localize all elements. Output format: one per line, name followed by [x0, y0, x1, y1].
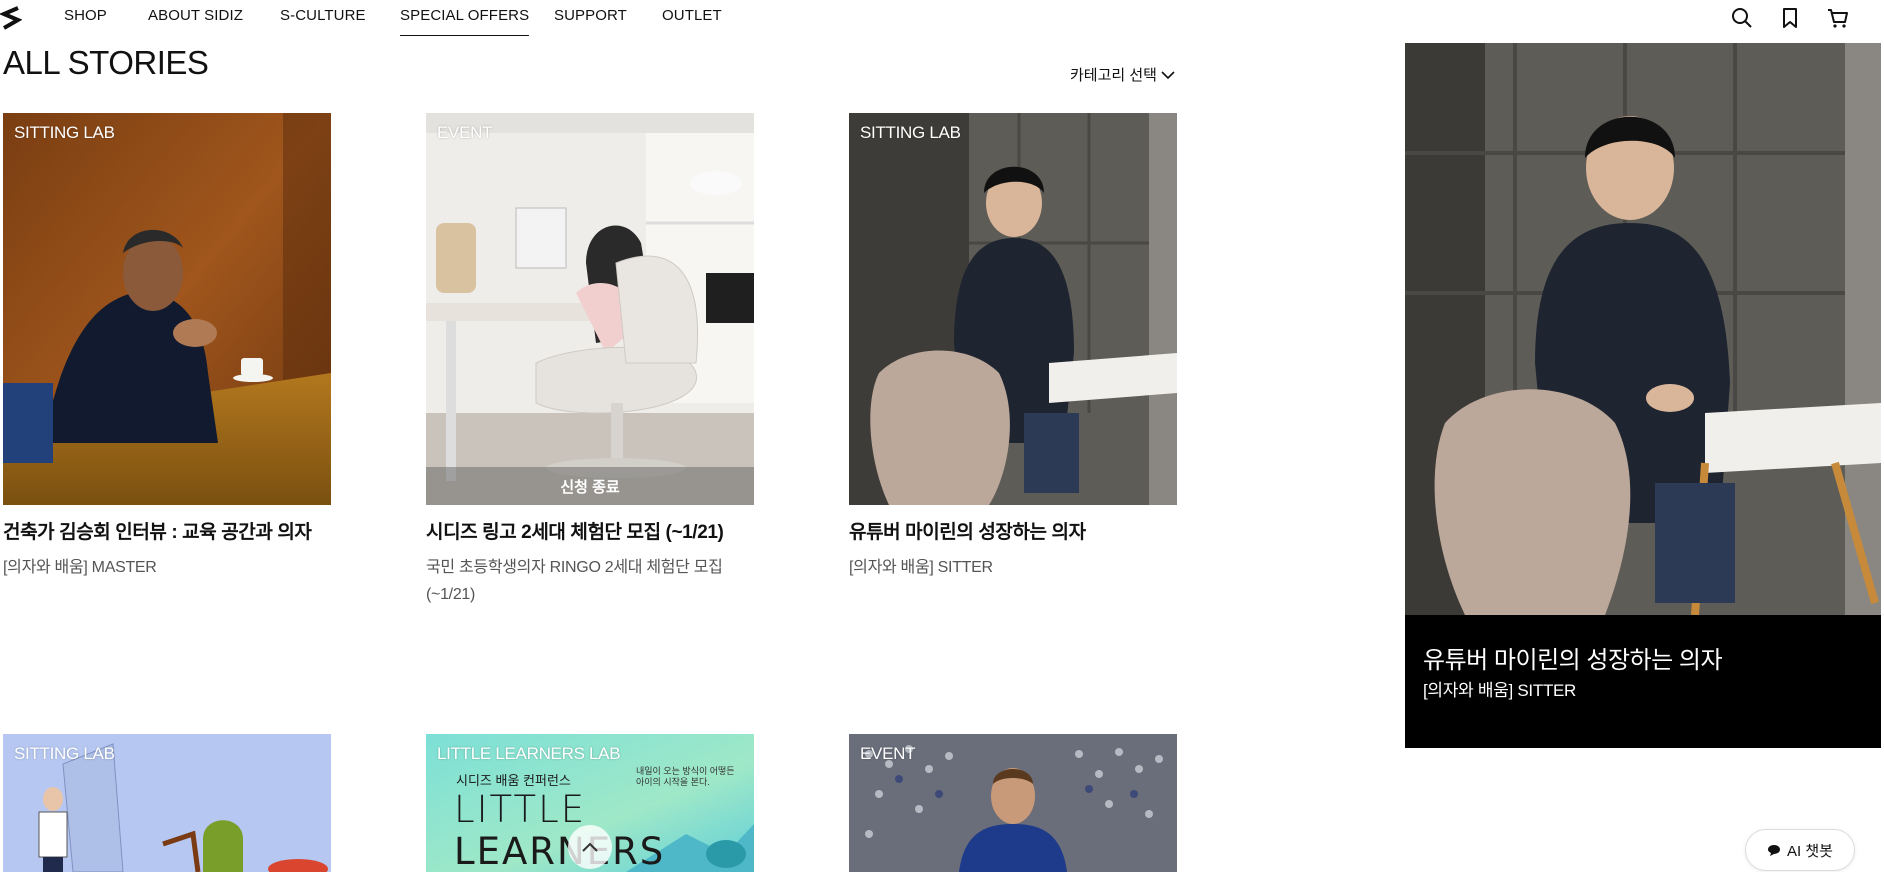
- featured-title[interactable]: 유튜버 마이린의 성장하는 의자: [1423, 640, 1723, 675]
- story-title[interactable]: 건축가 김승회 인터뷰 : 교육 공간과 의자: [3, 517, 331, 544]
- search-icon[interactable]: [1730, 6, 1754, 30]
- category-tag: SITTING LAB: [14, 123, 115, 142]
- poster-subtitle: 시디즈 배움 컨퍼런스: [456, 773, 571, 788]
- story-thumbnail[interactable]: EVENT: [849, 734, 1177, 872]
- category-tag: SITTING LAB: [860, 123, 961, 142]
- story-subtitle: [의자와 배움] SITTER: [849, 559, 993, 576]
- category-tag: LITTLE LEARNERS LAB: [437, 744, 621, 763]
- featured-story[interactable]: 유튜버 마이린의 성장하는 의자 [의자와 배움] SITTER: [1405, 43, 1881, 748]
- story-card[interactable]: LITTLE LEARNERS LAB 시디즈 배움 컨퍼런스 LITTLE L…: [426, 734, 754, 872]
- page-title: ALL STORIES: [3, 44, 209, 81]
- chevron-down-icon: [1161, 70, 1175, 79]
- story-thumbnail[interactable]: SITTING LAB: [849, 113, 1177, 505]
- ai-chatbot-button[interactable]: AI 챗봇: [1745, 829, 1855, 871]
- top-nav: SHOP ABOUT SIDIZ S-CULTURE SPECIAL OFFER…: [0, 0, 1884, 36]
- story-title[interactable]: 유튜버 마이린의 성장하는 의자: [849, 517, 1177, 544]
- youtuber-photo: [849, 113, 1177, 505]
- nav-s-culture[interactable]: S-CULTURE: [280, 7, 366, 24]
- chat-bubble-icon: [1768, 844, 1781, 856]
- application-closed-overlay: 신청 종료: [426, 467, 754, 505]
- story-card[interactable]: SITTING LAB 유튜버 마이린의 성장하는 의자 [의자와 배움] SI…: [849, 113, 1177, 581]
- nav-shop[interactable]: SHOP: [64, 7, 107, 24]
- story-thumbnail[interactable]: SITTING LAB: [3, 113, 331, 505]
- nav-about-sidiz[interactable]: ABOUT SIDIZ: [148, 7, 243, 24]
- category-select[interactable]: 카테고리 선택: [1070, 64, 1175, 85]
- story-card[interactable]: EVENT: [849, 734, 1177, 872]
- poster-title-line2: LEARNERS: [454, 830, 666, 872]
- architect-photo: [3, 113, 331, 505]
- scroll-top-button[interactable]: [568, 825, 612, 869]
- sidiz-logo[interactable]: [0, 6, 22, 30]
- story-thumbnail[interactable]: EVENT 신청 종료: [426, 113, 754, 505]
- story-thumbnail[interactable]: SITTING LAB: [3, 734, 331, 872]
- nav-support[interactable]: SUPPORT: [554, 7, 627, 24]
- bookmark-icon[interactable]: [1778, 6, 1802, 30]
- chatbot-label: AI 챗봇: [1787, 842, 1833, 860]
- story-card[interactable]: SITTING LAB 건축가 김승회 인터뷰 : 교육 공간과 의자 [의자와…: [3, 113, 331, 581]
- featured-youtuber-photo: [1405, 43, 1881, 615]
- story-title[interactable]: 시디즈 링고 2세대 체험단 모집 (~1/21): [426, 517, 754, 544]
- chevron-up-icon: [582, 842, 598, 852]
- category-tag: SITTING LAB: [14, 744, 115, 763]
- nav-special-offers[interactable]: SPECIAL OFFERS: [400, 7, 530, 36]
- poster-title-line1: LITTLE: [454, 788, 587, 831]
- story-card[interactable]: EVENT 신청 종료 시디즈 링고 2세대 체험단 모집 (~1/21) 국민…: [426, 113, 754, 608]
- cart-icon[interactable]: [1826, 6, 1850, 30]
- story-card[interactable]: SITTING LAB: [3, 734, 331, 872]
- featured-subtitle: [의자와 배움] SITTER: [1423, 681, 1577, 700]
- category-select-label: 카테고리 선택: [1070, 67, 1157, 84]
- nav-outlet[interactable]: OUTLET: [662, 7, 722, 24]
- poster-note: 내일이 오는 방식이 어떻든 아이의 시작을 본다.: [636, 766, 735, 787]
- story-subtitle: 국민 초등학생의자 RINGO 2세대 체험단 모집 (~1/21): [426, 559, 723, 603]
- story-subtitle: [의자와 배움] MASTER: [3, 559, 157, 576]
- category-tag: EVENT: [860, 744, 916, 763]
- category-tag: EVENT: [437, 123, 493, 142]
- kid-desk-photo: [426, 113, 754, 505]
